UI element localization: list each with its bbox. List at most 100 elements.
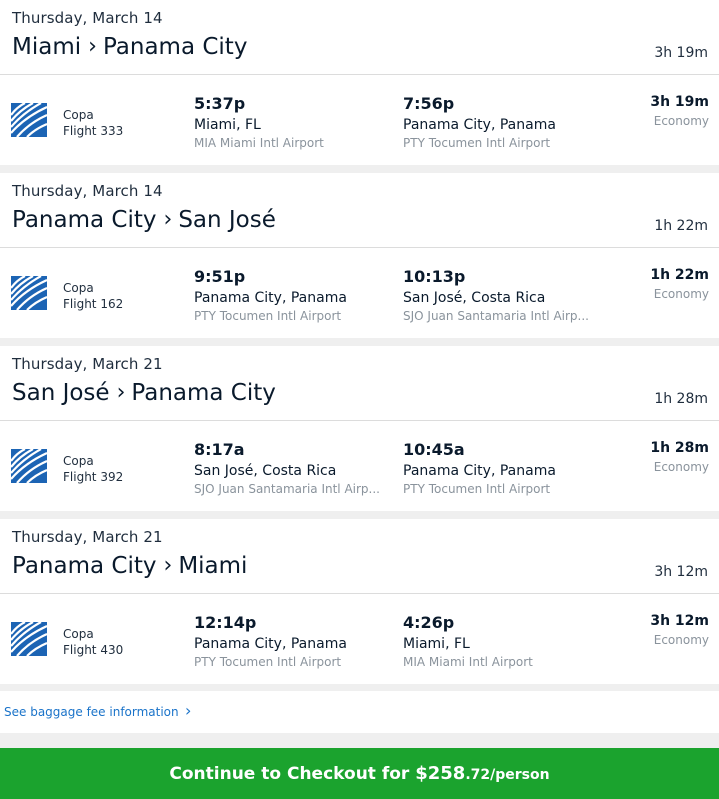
airline-info: Copa Flight 430 [63,626,123,658]
arrival-time: 4:26p [403,613,455,632]
segment-route: Miami › Panama City [12,34,247,60]
copa-logo-icon [11,103,47,137]
flight-number: Flight 333 [63,124,124,138]
segment-route: San José › Panama City [12,380,276,406]
flight-number: Flight 392 [63,470,124,484]
checkout-price-cents: .72 [465,767,491,783]
arrival-time: 10:45a [403,440,465,459]
segment-duration: 1h 28m [654,391,708,407]
route-chevron-icon: › [163,553,173,578]
flight-duration-info: 1h 28m Economy [650,440,709,474]
arrival-city: Miami, FL [403,636,470,652]
segment-date: Thursday, March 21 [12,355,163,373]
arrival-city: San José, Costa Rica [403,290,546,306]
arrival-airport: SJO Juan Santamaria Intl Airp... [403,309,589,323]
departure-city: San José, Costa Rica [194,463,337,479]
route-destination: Miami [178,553,248,579]
flight-duration: 3h 12m [650,613,709,629]
route-origin: Panama City [12,207,157,233]
arrival-info: 10:13p San José, Costa Rica SJO Juan San… [403,267,593,323]
arrival-airport: MIA Miami Intl Airport [403,655,533,669]
airline-info: Copa Flight 392 [63,453,123,485]
checkout-button[interactable]: Continue to Checkout for $258.72/person [0,748,719,799]
departure-info: 8:17a San José, Costa Rica SJO Juan Sant… [194,440,384,496]
departure-time: 12:14p [194,613,257,632]
route-origin: San José [12,380,110,406]
arrival-airport: PTY Tocumen Intl Airport [403,136,551,150]
segment-date: Thursday, March 21 [12,528,163,546]
flight-duration: 1h 22m [650,267,709,283]
departure-info: 12:14p Panama City, Panama PTY Tocumen I… [194,613,384,669]
arrival-info: 7:56p Panama City, Panama PTY Tocumen In… [403,94,593,150]
route-origin: Miami [12,34,82,60]
flight-duration: 1h 28m [650,440,709,456]
flight-details: Copa Flight 392 8:17a San José, Costa Ri… [0,421,719,511]
checkout-per-person: /person [490,767,550,783]
airline-name: Copa [63,627,94,641]
copa-logo-icon [11,622,47,656]
flight-details: Copa Flight 162 9:51p Panama City, Panam… [0,248,719,338]
segment-header: Thursday, March 21 San José › Panama City … [0,346,719,421]
airline-info: Copa Flight 333 [63,107,123,139]
flight-details: Copa Flight 333 5:37p Miami, FL MIA Miam… [0,75,719,165]
departure-airport: PTY Tocumen Intl Airport [194,309,342,323]
segment-date: Thursday, March 14 [12,9,163,27]
flight-segment: Thursday, March 21 Panama City › Miami 3h … [0,519,719,684]
departure-info: 9:51p Panama City, Panama PTY Tocumen In… [194,267,384,323]
departure-info: 5:37p Miami, FL MIA Miami Intl Airport [194,94,384,150]
arrival-airport: PTY Tocumen Intl Airport [403,482,551,496]
segment-header: Thursday, March 14 Miami › Panama City 3h … [0,0,719,75]
flight-segment: Thursday, March 21 San José › Panama City … [0,346,719,511]
arrival-time: 10:13p [403,267,466,286]
chevron-right-icon[interactable]: › [185,701,191,720]
route-origin: Panama City [12,553,157,579]
airline-info: Copa Flight 162 [63,280,123,312]
segment-route: Panama City › San José [12,207,276,233]
departure-time: 8:17a [194,440,245,459]
copa-logo-icon [11,276,47,310]
checkout-prefix: Continue to Checkout for [169,764,416,784]
departure-city: Panama City, Panama [194,290,347,306]
arrival-city: Panama City, Panama [403,117,556,133]
route-chevron-icon: › [116,380,126,405]
segment-header: Thursday, March 21 Panama City › Miami 3h … [0,519,719,594]
departure-airport: SJO Juan Santamaria Intl Airp... [194,482,380,496]
flight-number: Flight 430 [63,643,124,657]
route-destination: Panama City [102,34,248,60]
flight-details: Copa Flight 430 12:14p Panama City, Pana… [0,594,719,684]
route-destination: San José [178,207,276,233]
airline-name: Copa [63,108,94,122]
flight-number: Flight 162 [63,297,124,311]
baggage-fee-link[interactable]: See baggage fee information [4,705,179,719]
flight-duration-info: 3h 19m Economy [650,94,709,128]
flight-duration: 3h 19m [650,94,709,110]
segment-route: Panama City › Miami [12,553,247,579]
baggage-info-row: See baggage fee information › [0,691,719,733]
route-chevron-icon: › [163,207,173,232]
flight-duration-info: 1h 22m Economy [650,267,709,301]
departure-city: Panama City, Panama [194,636,347,652]
cabin-class: Economy [653,114,709,128]
copa-logo-icon [11,449,47,483]
departure-time: 9:51p [194,267,246,286]
departure-time: 5:37p [194,94,246,113]
airline-name: Copa [63,281,94,295]
flight-segment: Thursday, March 14 Panama City › San José … [0,173,719,338]
segment-duration: 1h 22m [654,218,708,234]
departure-city: Miami, FL [194,117,261,133]
airline-name: Copa [63,454,94,468]
arrival-city: Panama City, Panama [403,463,556,479]
departure-airport: MIA Miami Intl Airport [194,136,324,150]
segment-header: Thursday, March 14 Panama City › San José … [0,173,719,248]
route-chevron-icon: › [88,34,97,59]
flight-segment: Thursday, March 14 Miami › Panama City 3h … [0,0,719,165]
arrival-info: 4:26p Miami, FL MIA Miami Intl Airport [403,613,593,669]
segment-duration: 3h 12m [654,564,708,580]
arrival-info: 10:45a Panama City, Panama PTY Tocumen I… [403,440,593,496]
cabin-class: Economy [653,460,709,474]
segment-date: Thursday, March 14 [12,182,163,200]
checkout-price: $258 [415,763,466,784]
flight-duration-info: 3h 12m Economy [650,613,709,647]
cabin-class: Economy [653,287,709,301]
cabin-class: Economy [653,633,709,647]
